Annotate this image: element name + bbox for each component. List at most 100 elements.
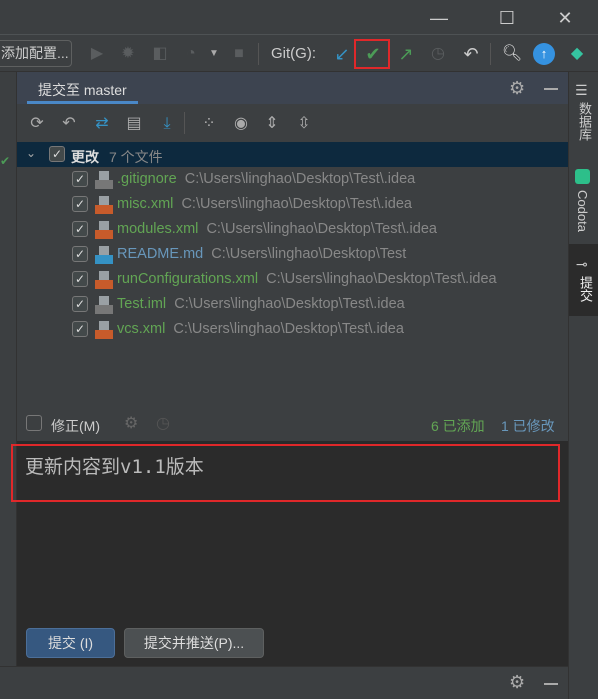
sidebar-commit-label: 提交 — [578, 276, 593, 302]
iml-file-icon — [95, 296, 113, 314]
debug-icon[interactable]: ✹ — [117, 43, 139, 65]
search-icon[interactable]: 🔍︎ — [501, 43, 523, 65]
amend-checkbox[interactable] — [26, 415, 42, 431]
shelve-icon[interactable]: ⤓ — [156, 113, 178, 135]
amend-label[interactable]: 修正(M) — [51, 416, 100, 436]
coverage-icon[interactable]: ◧ — [149, 43, 171, 65]
changes-group-row[interactable]: ⌄ ✓ 更改 7 个文件 — [17, 142, 568, 167]
file-name: vcs.xml — [117, 321, 166, 337]
collapse-all-icon[interactable]: ⇳ — [293, 113, 315, 135]
file-path: C:\Users\linghao\Desktop\Test\.idea — [174, 296, 405, 312]
file-name: misc.xml — [117, 196, 174, 212]
divider — [184, 112, 185, 134]
history-icon[interactable]: ◷ — [156, 413, 170, 433]
gear-icon[interactable]: ⚙ — [124, 413, 138, 433]
add-configuration-button[interactable]: 添加配置... — [0, 40, 72, 67]
close-button[interactable]: ✕ — [550, 6, 580, 30]
divider — [258, 43, 259, 65]
file-row[interactable]: ✓ modules.xml C:\Users\linghao\Desktop\T… — [17, 217, 568, 242]
commit-message-input[interactable]: 更新内容到v1.1版本 — [11, 444, 560, 502]
database-icon[interactable]: ☰ — [575, 82, 588, 99]
chevron-down-icon[interactable]: ⌄ — [26, 146, 36, 160]
file-checkbox[interactable]: ✓ — [72, 221, 88, 237]
group-checkbox[interactable]: ✓ — [49, 146, 65, 162]
file-path: C:\Users\linghao\Desktop\Test\.idea — [181, 196, 412, 212]
sidebar-item-codota[interactable]: Codota — [575, 190, 590, 232]
profile-icon[interactable]: ◔ — [180, 43, 202, 65]
xml-file-icon — [95, 196, 113, 214]
file-row[interactable]: ✓ misc.xml C:\Users\linghao\Desktop\Test… — [17, 192, 568, 217]
xml-file-icon — [95, 271, 113, 289]
diff-icon[interactable]: ⇄ — [91, 113, 113, 135]
xml-file-icon — [95, 321, 113, 339]
upload-icon[interactable]: ↑ — [533, 43, 555, 65]
chevron-down-icon[interactable]: ▼ — [203, 43, 225, 65]
group-label: 更改 — [71, 149, 99, 165]
file-path: C:\Users\linghao\Desktop\Test — [211, 246, 407, 262]
stop-icon[interactable]: ■ — [228, 43, 250, 65]
sidebar-item-commit[interactable]: ⊸ 提交 — [569, 244, 598, 316]
commit-and-push-button[interactable]: 提交并推送(P)... — [124, 628, 264, 658]
update-project-icon[interactable]: ↙ — [331, 43, 353, 65]
run-icon[interactable]: ▶ — [86, 43, 108, 65]
file-checkbox[interactable]: ✓ — [72, 321, 88, 337]
git-label: Git(G): — [271, 45, 316, 62]
file-name: modules.xml — [117, 221, 199, 237]
minimize-button[interactable]: — — [424, 6, 454, 30]
gear-icon[interactable]: ⚙ — [509, 78, 525, 99]
gear-icon[interactable]: ⚙ — [509, 672, 525, 693]
file-name: Test.iml — [117, 296, 167, 312]
file-row[interactable]: ✓ .gitignore C:\Users\linghao\Desktop\Te… — [17, 167, 568, 192]
sidebar-item-database[interactable]: 数据库 — [575, 102, 594, 141]
file-row[interactable]: ✓ Test.iml C:\Users\linghao\Desktop\Test… — [17, 292, 568, 317]
file-name: .gitignore — [117, 171, 177, 187]
minimize-panel-icon[interactable] — [544, 88, 558, 90]
commit-tab-bar: 提交至 master ⚙ — [17, 72, 568, 104]
file-checkbox[interactable]: ✓ — [72, 196, 88, 212]
ignore-file-icon — [95, 171, 113, 189]
check-icon: ✔ — [0, 154, 11, 168]
divider — [490, 43, 491, 65]
bottom-bar: ⚙ — [0, 666, 568, 699]
rollback-icon[interactable]: ↶ — [58, 113, 80, 135]
refresh-icon[interactable]: ⟳ — [26, 113, 48, 135]
file-name: runConfigurations.xml — [117, 271, 259, 287]
file-name: README.md — [117, 246, 204, 262]
file-checkbox[interactable]: ✓ — [72, 171, 88, 187]
changes-tree: ⌄ ✓ 更改 7 个文件 ✓ .gitignore C:\Users\lingh… — [17, 142, 568, 405]
main-toolbar: 添加配置... ▶ ✹ ◧ ◔ ▼ ■ Git(G): ↙ ✔ ↗ ◷ ↶ 🔍︎… — [0, 35, 598, 72]
file-row[interactable]: ✓ README.md C:\Users\linghao\Desktop\Tes… — [17, 242, 568, 267]
group-count: 7 个文件 — [109, 149, 163, 165]
view-options-icon[interactable]: ◉ — [230, 113, 252, 135]
title-bar: — ☐ ✕ — [0, 0, 598, 35]
commit-check-icon[interactable]: ✔ — [362, 43, 384, 65]
file-path: C:\Users\linghao\Desktop\Test\.idea — [184, 171, 416, 187]
rollback-icon[interactable]: ↶ — [460, 43, 482, 65]
markdown-file-icon — [95, 246, 113, 264]
group-by-icon[interactable]: ⁘ — [198, 113, 220, 135]
tab-commit[interactable]: 提交至 master — [27, 72, 138, 104]
right-tool-strip: ☰ 数据库 Codota ⊸ 提交 — [568, 72, 598, 699]
plugin-icon[interactable]: ◆ — [566, 43, 588, 65]
codota-icon[interactable] — [575, 169, 590, 184]
changelist-icon[interactable]: ▤ — [123, 113, 145, 135]
xml-file-icon — [95, 221, 113, 239]
file-row[interactable]: ✓ runConfigurations.xml C:\Users\linghao… — [17, 267, 568, 292]
modified-count: 1 已修改 — [501, 418, 555, 434]
file-path: C:\Users\linghao\Desktop\Test\.idea — [173, 321, 404, 337]
file-row[interactable]: ✓ vcs.xml C:\Users\linghao\Desktop\Test\… — [17, 317, 568, 342]
push-icon[interactable]: ↗ — [395, 43, 417, 65]
file-checkbox[interactable]: ✓ — [72, 296, 88, 312]
left-tool-strip: ✔ — [0, 72, 17, 666]
commit-message-area: 更新内容到v1.1版本 提交 (I) 提交并推送(P)... — [11, 441, 568, 666]
minimize-panel-icon[interactable] — [544, 683, 558, 685]
maximize-button[interactable]: ☐ — [492, 6, 522, 30]
expand-all-icon[interactable]: ⇕ — [261, 113, 283, 135]
history-icon[interactable]: ◷ — [427, 43, 449, 65]
commit-button[interactable]: 提交 (I) — [26, 628, 115, 658]
file-checkbox[interactable]: ✓ — [72, 246, 88, 262]
amend-row: 修正(M) ⚙ ◷ 6 已添加 1 已修改 — [17, 405, 568, 441]
commit-icon: ⊸ — [576, 256, 588, 272]
file-checkbox[interactable]: ✓ — [72, 271, 88, 287]
commit-actions-toolbar: ⟳ ↶ ⇄ ▤ ⤓ ⁘ ◉ ⇕ ⇳ — [17, 104, 568, 142]
